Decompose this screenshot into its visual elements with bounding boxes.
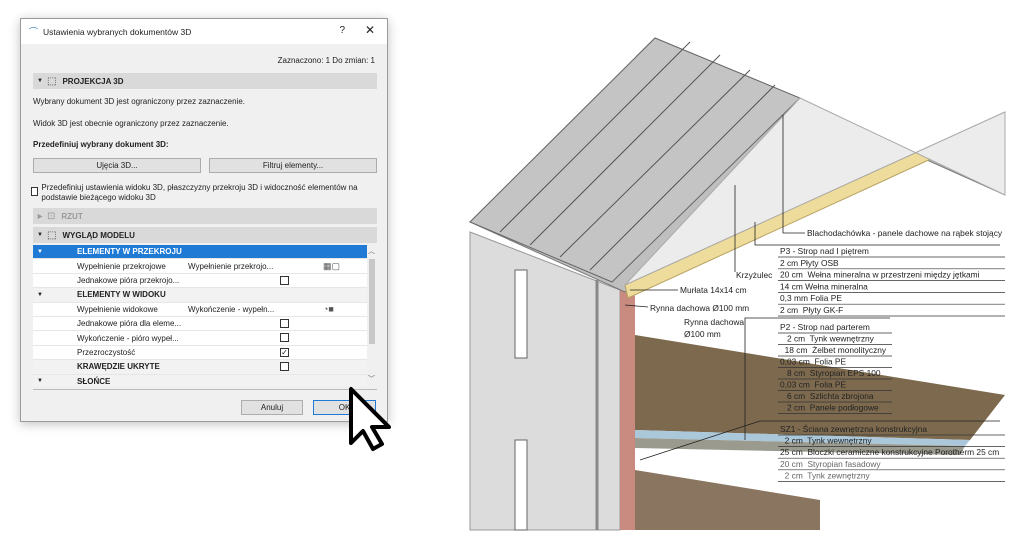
- table-row[interactable]: Przezroczystość ✓: [33, 346, 367, 361]
- row-name: Jednakowe pióra dla eleme...: [77, 319, 182, 329]
- info-text-2: Widok 3D jest obecnie ograniczony przez …: [33, 119, 229, 128]
- wallplate-label: Murłata 14x14 cm: [680, 285, 747, 295]
- sz1-layer: 2 cm Tynk zewnętrzny: [780, 470, 870, 480]
- row-value[interactable]: Wypełnienie przekrojo...: [188, 262, 273, 271]
- collapse-arrow-icon: ▶: [37, 213, 43, 220]
- fill-type-icon[interactable]: ▦▢: [323, 261, 340, 272]
- mouse-cursor-icon: [349, 387, 391, 451]
- row-name: Przezroczystość: [77, 347, 136, 357]
- fill-type-icon[interactable]: ◔■: [323, 304, 334, 314]
- p3-layer: 2 cm Płyty OSB: [780, 258, 839, 268]
- divider: [33, 389, 377, 390]
- sz1-layer: 25 cm Bloczki ceramiczne konstrukcyjne P…: [780, 447, 999, 457]
- p2-layer: 2 cm Panele podłogowe: [780, 403, 879, 413]
- scrollbar-thumb[interactable]: [369, 259, 375, 344]
- scroll-up-icon[interactable]: ︿: [368, 246, 375, 256]
- views-3d-button[interactable]: Ujęcia 3D...: [33, 158, 201, 173]
- row-checkbox[interactable]: [280, 362, 289, 372]
- section-plan[interactable]: ▶ ⊡ RZUT: [33, 208, 377, 224]
- dialog-title: Ustawienia wybranych dokumentów 3D: [43, 26, 192, 37]
- table-row[interactable]: ▼ ELEMENTY W PRZEKROJU: [33, 245, 367, 260]
- model-appearance-table: ▼ ELEMENTY W PRZEKROJU Wypełnienie przekro…: [33, 245, 377, 386]
- p3-layer: 0,3 mm Folia PE: [780, 293, 842, 303]
- row-name: Wypełnienie widokowe: [77, 304, 158, 314]
- filter-elements-button[interactable]: Filtruj elementy...: [209, 158, 377, 173]
- table-row[interactable]: KRAWĘDZIE UKRYTE: [33, 360, 367, 375]
- section-title: PROJEKCJA 3D: [62, 76, 124, 86]
- plan-icon: ⊡: [47, 210, 56, 222]
- sz1-layer: 2 cm Tynk wewnętrzny: [780, 436, 872, 446]
- row-name: ELEMENTY W PRZEKROJU: [77, 247, 182, 257]
- expand-arrow-icon: ▼: [37, 248, 43, 255]
- scroll-down-icon[interactable]: ﹀: [368, 374, 375, 384]
- section-title: WYGLĄD MODELU: [62, 230, 135, 240]
- p2-layer: 0,03 cm Folia PE: [780, 380, 847, 390]
- table-row[interactable]: Wypełnienie przekrojowe Wypełnienie przek…: [33, 259, 367, 274]
- p2-layer: 0,03 cm Folia PE: [780, 357, 847, 367]
- cube-icon: ⬚: [47, 229, 57, 241]
- redefine-checkbox-label: Przedefiniuj ustawienia widoku 3D, płasz…: [41, 183, 358, 202]
- row-name: Jednakowe pióra przekrojo...: [77, 275, 180, 285]
- table-row[interactable]: Jednakowe pióra przekrojo...: [33, 274, 367, 289]
- p3-layer: 2 cm Płyty GK-F: [780, 305, 843, 315]
- section-projection-3d[interactable]: ▼ ⬚ PROJEKCJA 3D: [33, 73, 377, 89]
- row-name: SŁOŃCE: [77, 376, 111, 386]
- archicad-icon: ⌒: [29, 27, 39, 37]
- row-name: KRAWĘDZIE UKRYTE: [77, 362, 160, 372]
- row-name: Wykończenie - pióro wypeł...: [77, 333, 179, 343]
- gutter-label-2b: Ø100 mm: [684, 329, 721, 339]
- row-value[interactable]: Wykończenie - wypełn...: [188, 305, 274, 314]
- row-checkbox[interactable]: [280, 333, 289, 343]
- p2-layer: 2 cm Tynk wewnętrzny: [780, 334, 875, 344]
- expand-arrow-icon: ▼: [37, 232, 43, 238]
- selection-status: Zaznaczono: 1 Do zmian: 1: [277, 56, 375, 65]
- redefine-checkbox[interactable]: [31, 187, 39, 196]
- info-text-1: Wybrany dokument 3D jest ograniczony prz…: [33, 97, 246, 106]
- row-checkbox[interactable]: ✓: [280, 347, 289, 357]
- redefine-checkbox-row[interactable]: Przedefiniuj ustawienia widoku 3D, płasz…: [31, 183, 377, 203]
- table-row[interactable]: Jednakowe pióra dla eleme...: [33, 317, 367, 332]
- row-name: Wypełnienie przekrojowe: [77, 261, 166, 271]
- help-button[interactable]: ?: [339, 25, 345, 36]
- table-row[interactable]: Wykończenie - pióro wypeł...: [33, 331, 367, 346]
- p2-layer: 8 cm Styropian EPS 100: [780, 368, 881, 378]
- redefine-label: Przedefiniuj wybrany dokument 3D:: [33, 140, 169, 149]
- table-row[interactable]: ▼ ELEMENTY W WIDOKU: [33, 288, 367, 303]
- table-row[interactable]: Wypełnienie widokowe Wykończenie - wypełn…: [33, 303, 367, 317]
- p2-layer: 18 cm Żelbet monolityczny: [780, 345, 887, 355]
- brace-label: Krzyżulec: [736, 270, 772, 280]
- expand-arrow-icon: ▼: [37, 378, 43, 385]
- expand-arrow-icon: ▼: [37, 78, 43, 84]
- expand-arrow-icon: ▼: [37, 291, 43, 298]
- gutter-label-1: Rynna dachowa Ø100 mm: [650, 303, 749, 313]
- scrollbar[interactable]: ︿ ﹀: [367, 245, 377, 386]
- title-bar: ⌒ Ustawienia wybranych dokumentów 3D ? ✕: [21, 19, 387, 44]
- p3-layer: 14 cm Wełna mineralna: [780, 281, 868, 291]
- section-title: RZUT: [61, 211, 83, 221]
- close-button[interactable]: ✕: [365, 23, 375, 37]
- row-checkbox[interactable]: [280, 319, 289, 328]
- p2-layer: 6 cm Szlichta zbrojona: [780, 391, 874, 401]
- gutter-label-2a: Rynna dachowa: [684, 317, 744, 327]
- roof-label: Blachodachówka - panele dachowe na rąbek…: [807, 228, 1003, 238]
- section-model-appearance[interactable]: ▼ ⬚ WYGLĄD MODELU: [33, 227, 377, 243]
- p3-layer: 20 cm Wełna mineralna w przestrzeni międ…: [780, 270, 980, 280]
- row-name: ELEMENTY W WIDOKU: [77, 290, 166, 300]
- sz1-layer: 20 cm Styropian fasadowy: [780, 459, 881, 469]
- sz1-layer: SZ1 - Ściana zewnętrzna konstrukcyjna: [780, 423, 927, 434]
- table-row[interactable]: ▼ SŁOŃCE: [33, 374, 367, 386]
- settings-dialog: ⌒ Ustawienia wybranych dokumentów 3D ? ✕…: [20, 18, 388, 422]
- cube-icon: ⬚: [47, 75, 57, 87]
- row-checkbox[interactable]: [280, 275, 289, 285]
- p3-layer: P3 - Strop nad I piętrem: [780, 246, 869, 256]
- p2-layer: P2 - Strop nad parterem: [780, 322, 870, 332]
- cancel-button[interactable]: Anuluj: [241, 400, 303, 415]
